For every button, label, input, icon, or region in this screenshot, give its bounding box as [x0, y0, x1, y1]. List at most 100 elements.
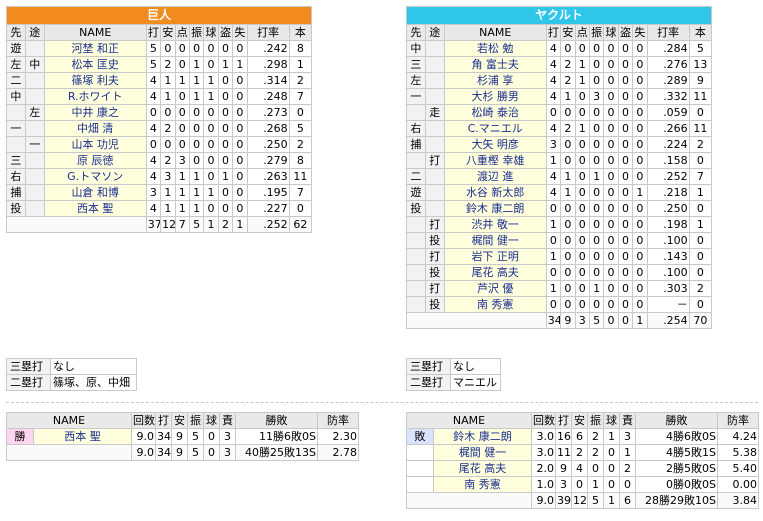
starting-position: 右 — [6, 168, 26, 185]
stat-cell: 0 — [617, 72, 634, 89]
pitcher-stat: 9 — [555, 460, 573, 477]
batting-average: .143 — [646, 248, 690, 265]
column-header: 途 — [424, 24, 445, 41]
column-header: 先 — [6, 24, 26, 41]
batting-average: .289 — [646, 72, 690, 89]
total-cell: 1 — [232, 216, 248, 233]
stat-cell: 1 — [160, 72, 176, 89]
pitching-column-header: 勝敗 — [635, 412, 719, 429]
totals-blank — [6, 216, 147, 233]
pitching-column-header: 打 — [555, 412, 573, 429]
pitcher-stat: 0 — [571, 476, 589, 493]
pitching-column-header: 回数 — [531, 412, 557, 429]
home-runs: 0 — [688, 232, 713, 249]
stat-cell: 1 — [203, 88, 219, 105]
column-header: NAME — [443, 24, 547, 41]
stat-cell: 1 — [574, 72, 590, 89]
batter-row: 捕山倉 和博 3 1 1 1 1 0 0.195 7 — [6, 184, 313, 201]
stat-cell: 1 — [174, 72, 190, 89]
home-runs: 1 — [288, 56, 313, 73]
stat-cell: 0 — [588, 56, 605, 73]
starting-position: 右 — [406, 120, 426, 137]
stat-cell: 0 — [632, 264, 648, 281]
stat-cell: 0 — [217, 72, 234, 89]
starting-position: 二 — [406, 168, 426, 185]
stat-cell: 0 — [632, 248, 648, 265]
extra-hit-value: なし — [50, 358, 137, 375]
pitcher-row: 梶間 健一 3.0 11 2 2 0 1 4勝5敗1S 5.38 — [406, 444, 760, 461]
pitching-total-cell: 34 — [155, 444, 173, 461]
pitcher-name: 西本 聖 — [32, 428, 133, 445]
stat-cell: 0 — [632, 72, 648, 89]
sub-position: 左 — [24, 104, 45, 121]
home-runs: 1 — [688, 216, 713, 233]
stat-cell: 0 — [188, 120, 205, 137]
starting-position — [6, 104, 26, 121]
pitcher-stat: 0 — [203, 428, 221, 445]
pitching-column-header: 打 — [155, 412, 173, 429]
stat-cell: 0 — [632, 280, 648, 297]
stat-cell: 0 — [588, 216, 605, 233]
section-divider — [6, 402, 758, 403]
stat-cell: 1 — [188, 168, 205, 185]
stat-cell: 4 — [145, 120, 162, 137]
batting-average: .273 — [246, 104, 290, 121]
home-runs: 13 — [688, 56, 713, 73]
sub-position: 一 — [24, 136, 45, 153]
starting-position: 左 — [6, 56, 26, 73]
column-header: 安 — [560, 24, 576, 41]
right-pitching-table: NAME 回数打安振球責勝敗 防率敗鈴木 康二朗 3.0 16 6 2 1 3 4勝6敗0S 4.2… — [405, 412, 760, 509]
stat-cell: 2 — [160, 56, 176, 73]
starting-position — [406, 296, 426, 313]
stat-cell: 4 — [145, 72, 162, 89]
player-name: 篠塚 利夫 — [43, 72, 147, 89]
batting-average: .227 — [246, 200, 290, 217]
column-header: 打率 — [646, 24, 690, 41]
batter-row: 捕大矢 明彦 3 0 0 0 0 0 0.224 2 — [406, 136, 713, 153]
pitching-total-cell: 28勝29敗10S — [635, 492, 719, 509]
column-header: 失 — [632, 24, 648, 41]
stat-cell: 0 — [632, 152, 648, 169]
pitcher-stat: 3 — [219, 428, 237, 445]
batting-average: .242 — [246, 40, 290, 57]
stat-cell: 0 — [588, 104, 605, 121]
player-name: 中井 康之 — [43, 104, 147, 121]
pitching-total-cell: 40勝25敗13S — [235, 444, 319, 461]
batter-row: 左中松本 匡史 5 2 0 1 0 1 1.298 1 — [6, 56, 313, 73]
batting-average: .303 — [646, 280, 690, 297]
stat-cell: 0 — [588, 136, 605, 153]
column-header: 振 — [188, 24, 205, 41]
pitcher-stat: 16 — [555, 428, 573, 445]
stat-cell: 1 — [545, 280, 562, 297]
stat-cell: 0 — [632, 296, 648, 313]
stat-cell: 0 — [617, 296, 634, 313]
stat-cell: 0 — [203, 152, 219, 169]
left-extra-hits-table: 三塁打 なし 二塁打 篠塚、原、中畑 — [6, 358, 137, 391]
extra-hit-row: 三塁打 なし — [406, 358, 501, 375]
stat-cell: 0 — [603, 120, 619, 137]
stat-cell: 0 — [603, 280, 619, 297]
stat-cell: 0 — [617, 168, 634, 185]
column-header: NAME — [43, 24, 147, 41]
pitching-header-row: NAME 回数打安振球責勝敗 防率 — [5, 412, 360, 429]
pitcher-stat: 2.30 — [317, 428, 360, 445]
stat-cell: 0 — [560, 104, 576, 121]
home-runs: 0 — [688, 264, 713, 281]
stat-cell: 0 — [603, 216, 619, 233]
pitching-total-cell: 0 — [203, 444, 221, 461]
column-header: 球 — [603, 24, 619, 41]
extra-hit-row: 二塁打 篠塚、原、中畑 — [6, 374, 137, 391]
sub-position — [424, 40, 445, 57]
batter-row: 三角 富士夫 4 2 1 0 0 0 0.276 13 — [406, 56, 713, 73]
stat-cell: 1 — [217, 56, 234, 73]
batter-row: 二篠塚 利夫 4 1 1 1 1 0 0.314 2 — [6, 72, 313, 89]
stat-cell: 0 — [632, 88, 648, 105]
batter-row: 一大杉 勝男 4 1 0 3 0 0 0.332 11 — [406, 88, 713, 105]
pitcher-stat: 0 — [619, 476, 637, 493]
starting-position: 遊 — [6, 40, 26, 57]
starting-position — [406, 104, 426, 121]
pitcher-stat: 2 — [619, 460, 637, 477]
stat-cell: 0 — [574, 152, 590, 169]
sub-position — [424, 72, 445, 89]
sub-position — [424, 88, 445, 105]
